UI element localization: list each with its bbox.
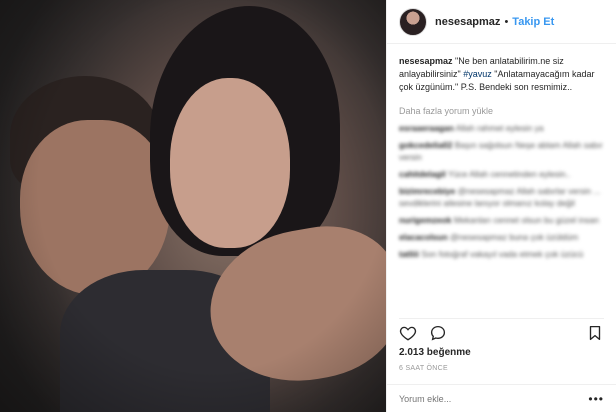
load-more-comments-button[interactable]: Daha fazla yorum yükle — [399, 106, 604, 116]
more-options-button[interactable]: ••• — [588, 392, 604, 406]
comments-list[interactable]: nesesapmaz "Ne ben anlatabilirim.ne siz … — [387, 45, 616, 316]
comment-item: cahitdelagil Yüce Allah cennetinden eyle… — [399, 169, 571, 179]
username-link[interactable]: nesesapmaz — [435, 16, 500, 28]
post-timestamp: 6 SAAT ÖNCE — [399, 365, 448, 372]
post-actions — [399, 318, 604, 342]
likes-count[interactable]: 2.013 beğenme — [399, 347, 471, 358]
add-comment-bar: ••• — [387, 384, 616, 412]
comment-item: elacacolsun @nesesapmaz buna çok üzüldüm — [399, 232, 579, 242]
comment-item: gokcedelia02 Başın sağolsun Neşe ablam A… — [399, 140, 603, 162]
avatar[interactable] — [399, 7, 427, 36]
comment-input[interactable] — [399, 393, 589, 404]
comment-item: esraaeraagan Allah rahmet eylesin ya — [399, 123, 544, 133]
bookmark-icon[interactable] — [586, 324, 604, 342]
post-side-panel: nesesapmaz • Takip Et nesesapmaz "Ne ben… — [386, 0, 616, 412]
blurred-comments: esraaeraagan Allah rahmet eylesin ya gok… — [399, 122, 604, 260]
caption-username[interactable]: nesesapmaz — [399, 56, 453, 66]
post-caption: nesesapmaz "Ne ben anlatabilirim.ne siz … — [399, 55, 604, 94]
follow-button[interactable]: Takip Et — [512, 16, 554, 28]
comment-item: nurigemzeok Mekanları cennet olsun bu gü… — [399, 215, 599, 225]
separator-dot: • — [504, 15, 509, 28]
heart-icon[interactable] — [399, 324, 417, 342]
comment-item: bizimrecebiye @nesesapmaz Allah sabırlar… — [399, 186, 601, 208]
post-photo[interactable] — [0, 0, 386, 412]
comment-icon[interactable] — [429, 324, 447, 342]
photo-vignette — [0, 0, 386, 412]
post-header: nesesapmaz • Takip Et — [387, 0, 616, 44]
comment-item: tatliii Son fotoğraf vakayıl vada etmek … — [399, 249, 584, 259]
hashtag-link[interactable]: #yavuz — [463, 69, 492, 79]
